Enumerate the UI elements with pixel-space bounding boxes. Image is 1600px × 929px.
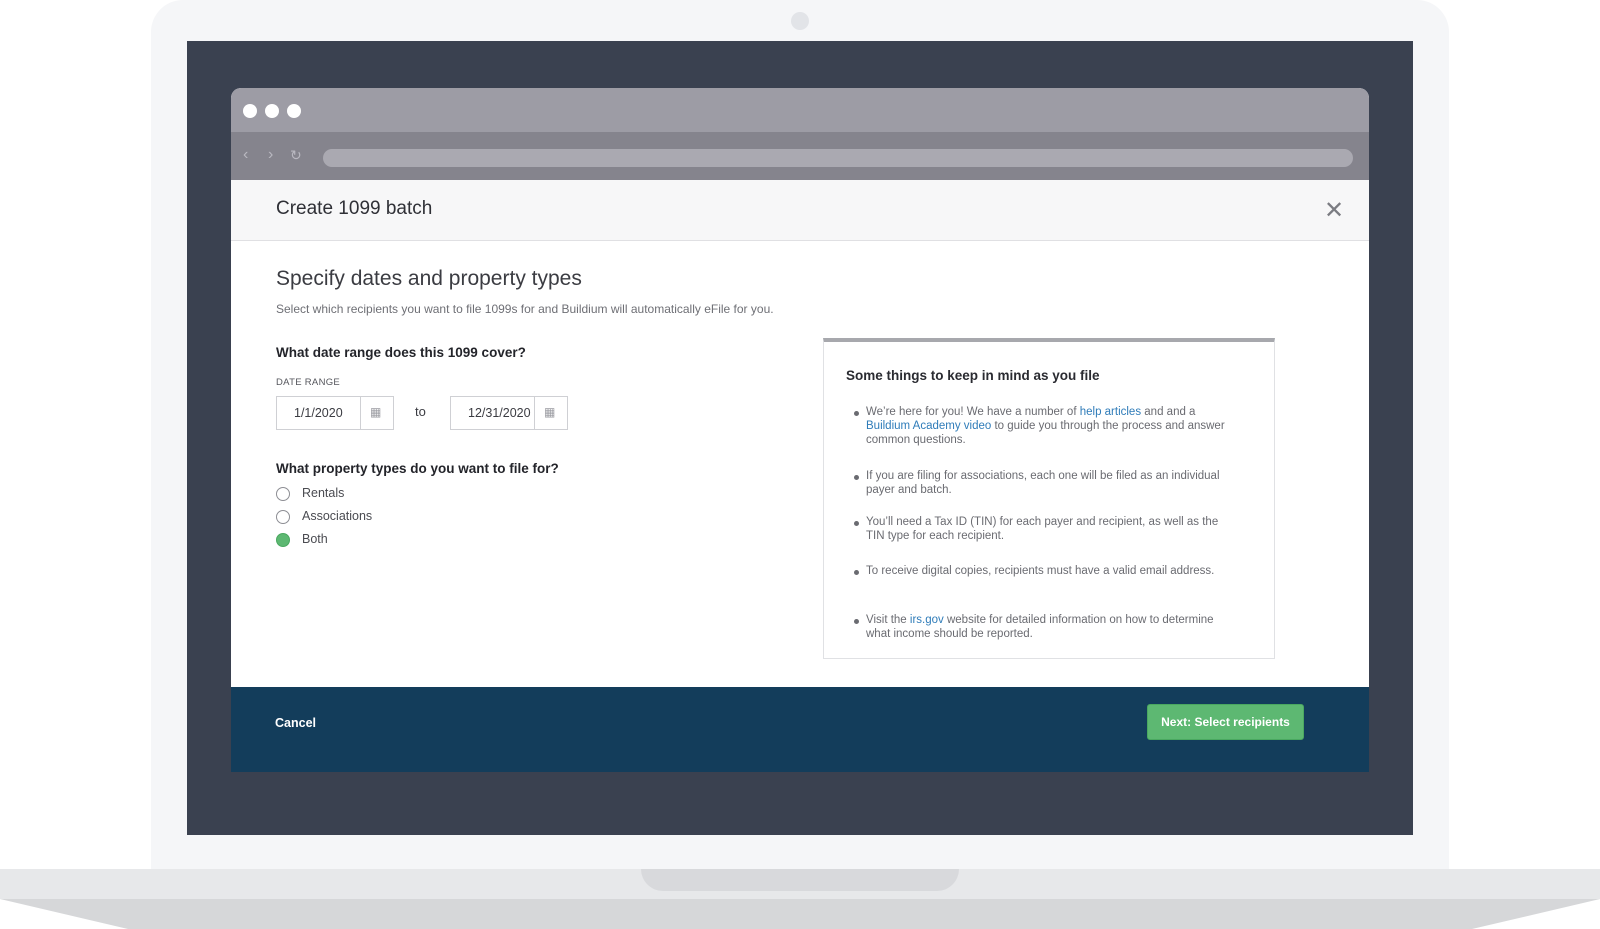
section-description: Select which recipients you want to file… [276, 302, 774, 316]
modal-title: Create 1099 batch [276, 198, 433, 219]
bullet-text: Visit the [866, 614, 910, 626]
date-range-question: What date range does this 1099 cover? [276, 345, 526, 360]
laptop-bottom [0, 899, 1600, 929]
close-icon[interactable]: ✕ [1324, 196, 1344, 225]
bullet-text: We’re here for you! We have a number of [866, 406, 1080, 418]
forward-arrow-icon[interactable]: › [268, 146, 273, 164]
reload-icon[interactable]: ↻ [290, 147, 302, 164]
info-title: Some things to keep in mind as you file [846, 368, 1100, 383]
end-date-field[interactable]: 12/31/2020 ▦ [450, 396, 568, 430]
start-date-field[interactable]: 1/1/2020 ▦ [276, 396, 394, 430]
calendar-icon: ▦ [544, 405, 556, 419]
calendar-icon: ▦ [370, 405, 382, 419]
cancel-button[interactable]: Cancel [275, 716, 316, 730]
date-range-separator: to [415, 404, 426, 419]
info-bullet-help: We’re here for you! We have a number of … [866, 405, 1236, 447]
laptop-camera [791, 12, 809, 30]
bullet-icon [854, 614, 862, 624]
info-bullet-email: To receive digital copies, recipients mu… [866, 565, 1215, 577]
end-date-calendar-button[interactable]: ▦ [534, 397, 567, 429]
bullet-icon [854, 406, 862, 416]
next-select-recipients-button[interactable]: Next: Select recipients [1147, 704, 1304, 740]
radio-label: Associations [302, 509, 373, 523]
radio-button[interactable] [276, 510, 290, 524]
radio-label: Rentals [302, 486, 345, 500]
info-bullet-associations: If you are filing for associations, each… [866, 470, 1220, 496]
info-bullet-irs: Visit the irs.gov website for detailed i… [866, 613, 1236, 641]
bullet-icon [854, 565, 862, 575]
bullet-icon [854, 470, 862, 480]
irs-gov-link[interactable]: irs.gov [910, 614, 944, 626]
modal-footer: Cancel Next: Select recipients [231, 687, 1369, 772]
laptop-notch [641, 869, 959, 891]
property-types-question: What property types do you want to file … [276, 461, 559, 476]
help-articles-link[interactable]: help articles [1080, 406, 1141, 418]
radio-button-selected[interactable] [276, 533, 290, 547]
start-date-calendar-button[interactable]: ▦ [360, 397, 393, 429]
date-range-label: DATE RANGE [276, 377, 341, 388]
end-date-value: 12/31/2020 [468, 406, 531, 420]
window-close-dot[interactable] [243, 104, 257, 118]
window-minimize-dot[interactable] [265, 104, 279, 118]
bullet-icon [854, 516, 862, 526]
window-maximize-dot[interactable] [287, 104, 301, 118]
back-arrow-icon[interactable]: ‹ [243, 146, 248, 164]
browser-window: ‹ › ↻ Create 1099 batch ✕ Specify dates … [231, 88, 1369, 772]
radio-button[interactable] [276, 487, 290, 501]
info-panel: Some things to keep in mind as you file … [823, 338, 1275, 659]
address-bar[interactable] [323, 149, 1353, 167]
browser-titlebar [231, 88, 1369, 132]
start-date-value: 1/1/2020 [294, 406, 343, 420]
radio-label: Both [302, 532, 328, 546]
bullet-text: and and a [1141, 406, 1196, 418]
buildium-academy-video-link[interactable]: Buildium Academy video [866, 420, 991, 432]
section-title: Specify dates and property types [276, 267, 582, 290]
info-bullet-tin: You’ll need a Tax ID (TIN) for each paye… [866, 516, 1219, 542]
